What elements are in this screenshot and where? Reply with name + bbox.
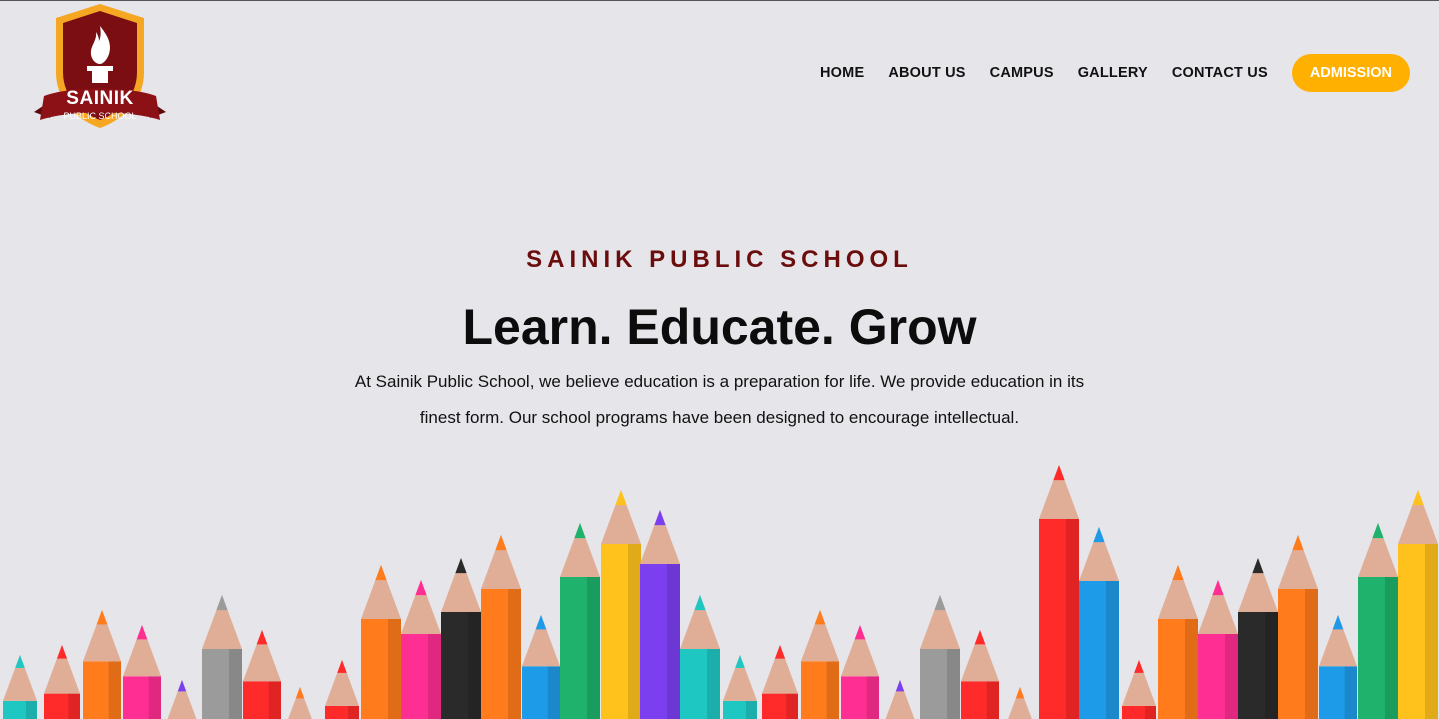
main-nav: HOME ABOUT US CAMPUS GALLERY CONTACT US … bbox=[796, 54, 1410, 92]
pencil-graphic bbox=[361, 565, 401, 719]
pencil-graphic bbox=[3, 655, 37, 719]
school-logo[interactable]: SAINIK PUBLIC SCHOOL bbox=[30, 2, 170, 134]
pencil-graphic bbox=[202, 595, 242, 719]
pencil-graphic bbox=[441, 558, 481, 719]
pencil-graphic bbox=[1122, 660, 1156, 719]
pencil-graphic bbox=[1158, 565, 1198, 719]
pencil-graphic bbox=[961, 630, 999, 719]
pencil-graphic bbox=[522, 615, 560, 719]
pencil-graphic bbox=[481, 535, 521, 719]
admission-button[interactable]: ADMISSION bbox=[1291, 54, 1410, 92]
pencil-graphic bbox=[1008, 687, 1032, 719]
colored-pencils-illustration bbox=[3, 465, 1438, 719]
nav-about-us[interactable]: ABOUT US bbox=[888, 65, 965, 81]
pencil-graphic bbox=[885, 680, 915, 719]
pencil-graphic bbox=[1278, 535, 1318, 719]
nav-contact-us[interactable]: CONTACT US bbox=[1172, 65, 1268, 81]
hero-section: SAINIK PUBLIC SCHOOL Learn. Educate. Gro… bbox=[0, 240, 1439, 436]
pencil-graphic bbox=[1398, 490, 1438, 719]
logo-subtitle: PUBLIC SCHOOL bbox=[63, 111, 137, 121]
hero-headline: Learn. Educate. Grow bbox=[462, 299, 977, 355]
pencil-graphic bbox=[762, 645, 798, 719]
hero-description: At Sainik Public School, we believe educ… bbox=[354, 372, 1085, 427]
pencil-graphic bbox=[1238, 558, 1278, 719]
pencil-graphic bbox=[723, 655, 757, 719]
pencil-graphic bbox=[1198, 580, 1238, 719]
pencil-graphic bbox=[601, 490, 641, 719]
pencil-graphic bbox=[640, 510, 680, 719]
pencil-graphic bbox=[801, 610, 839, 719]
pencil-graphic bbox=[841, 625, 879, 719]
pencil-graphic bbox=[325, 660, 359, 719]
pencil-graphic bbox=[123, 625, 161, 719]
nav-home[interactable]: HOME bbox=[820, 65, 864, 81]
nav-campus[interactable]: CAMPUS bbox=[990, 65, 1054, 81]
pencil-graphic bbox=[1358, 523, 1398, 719]
pencil-graphic bbox=[680, 595, 720, 719]
logo-name: SAINIK bbox=[66, 88, 134, 109]
pencil-graphic bbox=[1039, 465, 1079, 719]
pencil-graphic bbox=[167, 680, 197, 719]
pencil-graphic bbox=[920, 595, 960, 719]
pencil-graphic bbox=[401, 580, 441, 719]
pencil-graphic bbox=[243, 630, 281, 719]
hero-kicker: SAINIK PUBLIC SCHOOL bbox=[526, 246, 913, 273]
pencil-graphic bbox=[44, 645, 80, 719]
pencil-graphic bbox=[1319, 615, 1357, 719]
pencil-graphic bbox=[1079, 527, 1119, 719]
pencil-graphic bbox=[288, 687, 312, 719]
window-top-border bbox=[0, 0, 1439, 1]
pencil-graphic bbox=[560, 523, 600, 719]
nav-gallery[interactable]: GALLERY bbox=[1078, 65, 1148, 81]
pencil-graphic bbox=[83, 610, 121, 719]
